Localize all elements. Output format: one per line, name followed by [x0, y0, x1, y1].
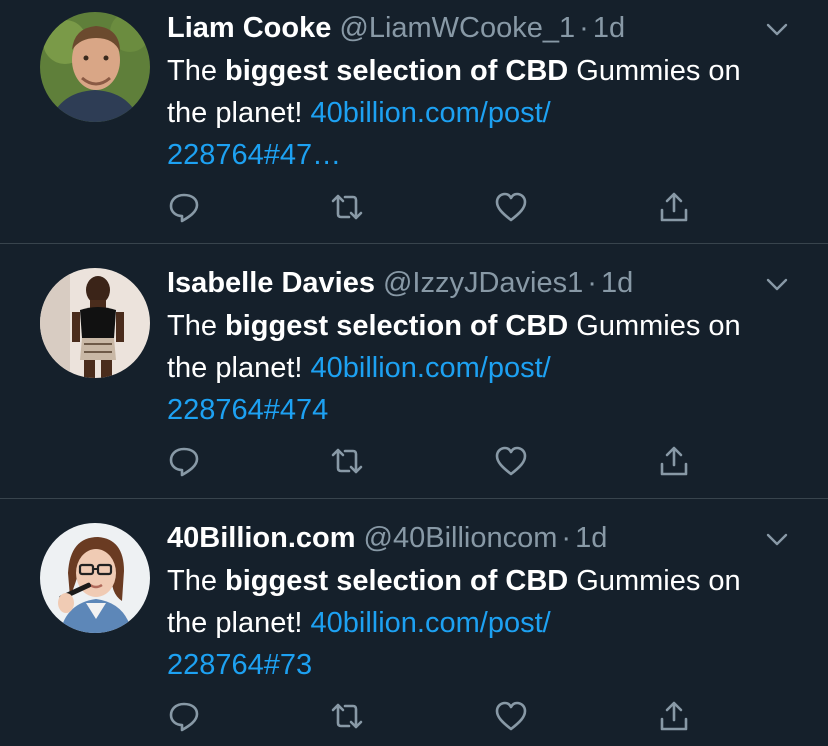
- text-prefix: The: [167, 310, 226, 342]
- share-icon: [660, 446, 688, 476]
- tweet-menu-button[interactable]: [764, 271, 790, 297]
- tweet-content: 40Billion.com @40Billioncom · 1d The bigges…: [167, 518, 768, 686]
- share-icon: [660, 701, 688, 731]
- tweet-link-continued[interactable]: 228764#73: [167, 644, 768, 686]
- tweet-menu-button[interactable]: [764, 16, 790, 42]
- tweet-actions: [167, 699, 727, 733]
- tweet-card[interactable]: 40Billion.com @40Billioncom · 1d The bigges…: [0, 499, 828, 746]
- tweet-card[interactable]: Isabelle Davies @IzzyJDavies1 · 1d The bigg…: [0, 244, 828, 499]
- reply-icon: [169, 447, 199, 477]
- tweet-content: Isabelle Davies @IzzyJDavies1 · 1d The bigg…: [167, 263, 768, 431]
- text-prefix: The: [167, 55, 226, 87]
- chevron-down-icon: [766, 533, 788, 546]
- tweet-link[interactable]: 40billion.com/post/: [311, 97, 551, 129]
- retweet-icon: [331, 448, 363, 474]
- author-name[interactable]: 40Billion.com: [167, 522, 356, 554]
- avatar-photo-woman-glasses: [40, 523, 150, 633]
- author-handle[interactable]: @40Billioncom: [364, 522, 558, 554]
- tweet-text: The biggest selection of CBD Gummies on …: [167, 50, 768, 176]
- reply-button[interactable]: [167, 190, 201, 224]
- retweet-button[interactable]: [330, 190, 364, 224]
- reply-icon: [169, 193, 199, 223]
- avatar[interactable]: [40, 523, 150, 633]
- avatar-photo-man: [40, 12, 150, 122]
- reply-icon: [169, 702, 199, 732]
- retweet-button[interactable]: [330, 444, 364, 478]
- tweet-actions: [167, 190, 727, 224]
- author-name[interactable]: Isabelle Davies: [167, 267, 375, 299]
- separator-dot: ·: [587, 267, 597, 299]
- avatar[interactable]: [40, 12, 150, 122]
- tweet-time[interactable]: 1d: [593, 12, 625, 44]
- tweet-time[interactable]: 1d: [601, 267, 633, 299]
- text-prefix: The: [167, 565, 226, 597]
- chevron-down-icon: [766, 278, 788, 291]
- tweet-link[interactable]: 40billion.com/post/: [311, 607, 551, 639]
- tweet-time[interactable]: 1d: [575, 522, 607, 554]
- tweet-actions: [167, 444, 727, 478]
- like-icon: [495, 701, 527, 731]
- text-bold: biggest selection of CBD: [225, 565, 569, 597]
- author-handle[interactable]: @LiamWCooke_1: [339, 12, 575, 44]
- like-button[interactable]: [494, 699, 528, 733]
- text-bold: biggest selection of CBD: [225, 310, 569, 342]
- author-handle[interactable]: @IzzyJDavies1: [383, 267, 583, 299]
- tweet-link-continued[interactable]: 228764#474: [167, 389, 768, 431]
- retweet-icon: [331, 194, 363, 220]
- retweet-icon: [331, 703, 363, 729]
- avatar[interactable]: [40, 268, 150, 378]
- share-button[interactable]: [657, 190, 691, 224]
- tweet-menu-button[interactable]: [764, 526, 790, 552]
- reply-button[interactable]: [167, 699, 201, 733]
- tweet-header: Isabelle Davies @IzzyJDavies1 · 1d: [167, 263, 768, 303]
- avatar-photo-woman: [40, 268, 150, 378]
- like-button[interactable]: [494, 444, 528, 478]
- like-button[interactable]: [494, 190, 528, 224]
- reply-button[interactable]: [167, 444, 201, 478]
- like-icon: [495, 446, 527, 476]
- tweet-header: Liam Cooke @LiamWCooke_1 · 1d: [167, 8, 768, 48]
- chevron-down-icon: [766, 23, 788, 36]
- tweet-link[interactable]: 40billion.com/post/: [311, 352, 551, 384]
- author-name[interactable]: Liam Cooke: [167, 12, 331, 44]
- share-button[interactable]: [657, 444, 691, 478]
- separator-dot: ·: [579, 12, 589, 44]
- share-button[interactable]: [657, 699, 691, 733]
- tweet-content: Liam Cooke @LiamWCooke_1 · 1d The biggest s…: [167, 8, 768, 176]
- like-icon: [495, 192, 527, 222]
- share-icon: [660, 192, 688, 222]
- text-bold: biggest selection of CBD: [225, 55, 569, 87]
- retweet-button[interactable]: [330, 699, 364, 733]
- tweet-feed: Liam Cooke @LiamWCooke_1 · 1d The biggest s…: [0, 0, 828, 746]
- tweet-header: 40Billion.com @40Billioncom · 1d: [167, 518, 768, 558]
- tweet-text: The biggest selection of CBD Gummies on …: [167, 305, 768, 431]
- tweet-card[interactable]: Liam Cooke @LiamWCooke_1 · 1d The biggest s…: [0, 0, 828, 244]
- tweet-text: The biggest selection of CBD Gummies on …: [167, 560, 768, 686]
- tweet-link-continued[interactable]: 228764#47…: [167, 134, 768, 176]
- separator-dot: ·: [561, 522, 572, 554]
